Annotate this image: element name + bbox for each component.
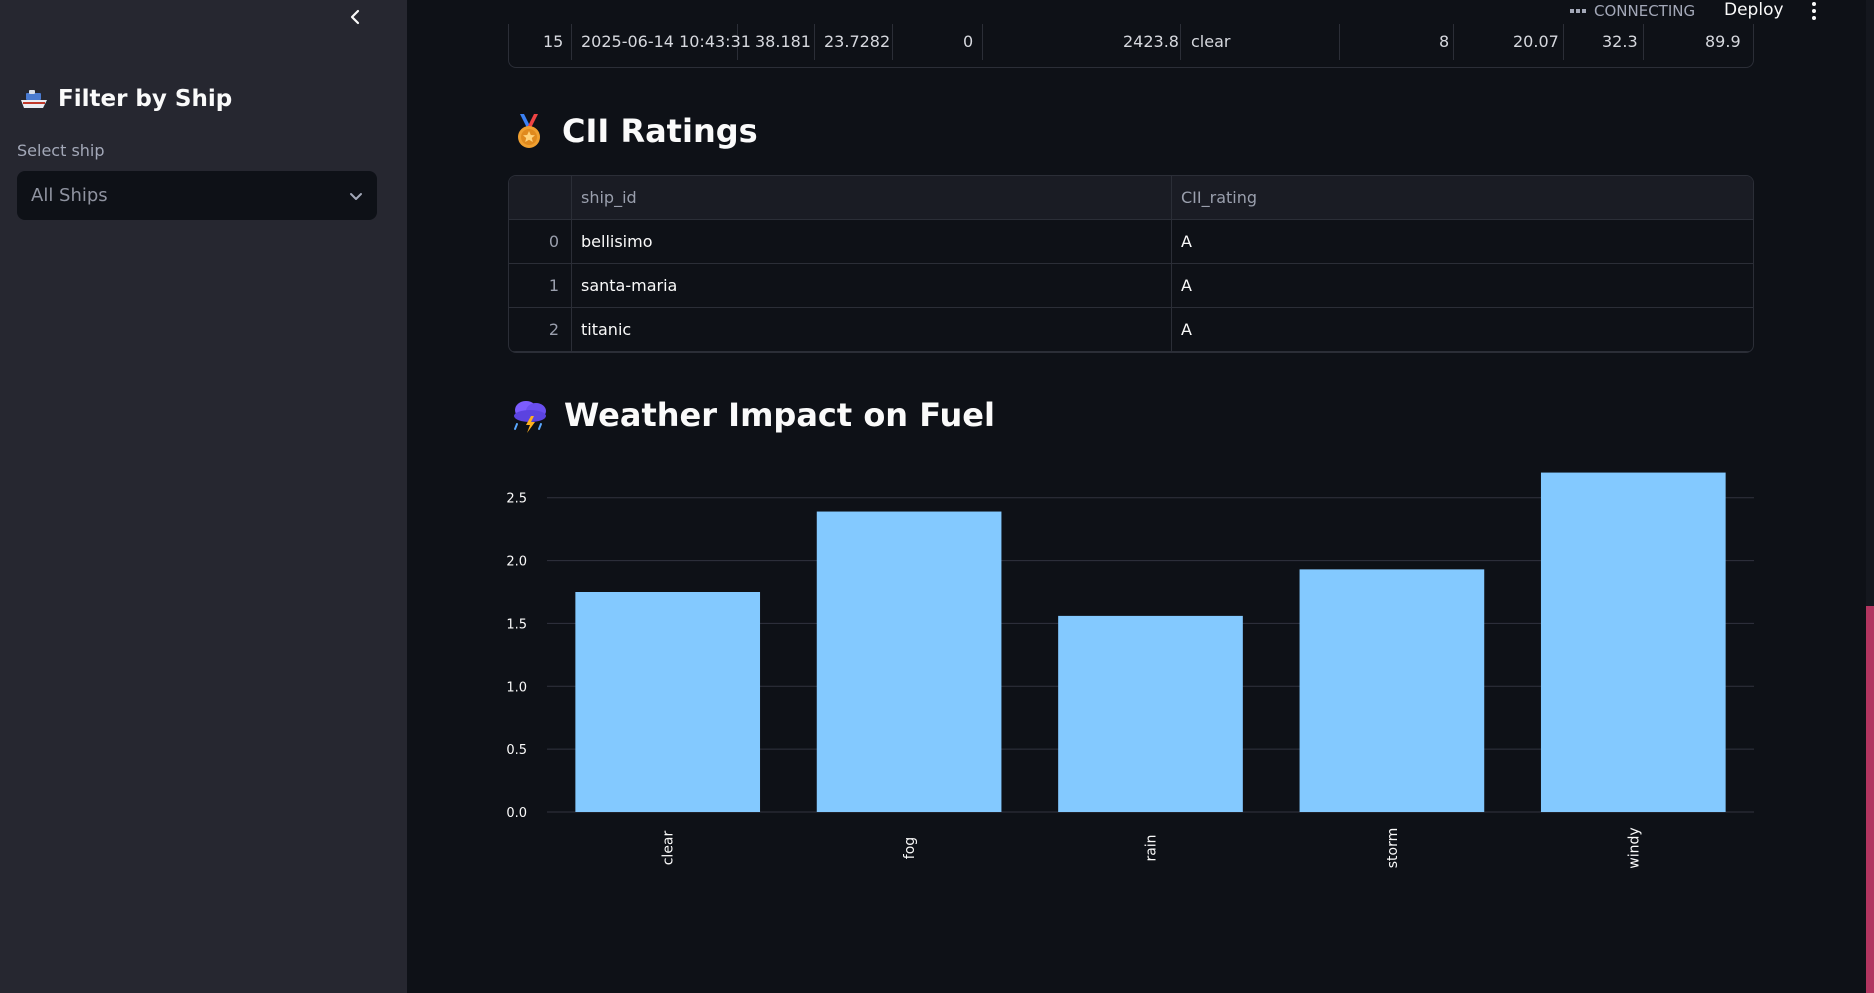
column-divider	[1171, 176, 1172, 352]
connection-status: CONNECTING	[1570, 0, 1695, 22]
collapse-sidebar-button[interactable]	[340, 2, 370, 32]
select-ship-label: Select ship	[17, 141, 105, 160]
y-tick-label: 0.0	[506, 806, 527, 821]
table-row: 2 titanic A	[509, 308, 1753, 352]
table-row: 0 bellisimo A	[509, 220, 1753, 264]
bar-clear	[575, 592, 761, 812]
cii-heading-text: CII Ratings	[562, 112, 758, 150]
cell-ship-id: santa-maria	[581, 276, 678, 295]
table-cell: 0	[963, 32, 974, 51]
x-tick-label: fog	[902, 837, 918, 859]
table-cell: 38.181	[755, 32, 811, 51]
cell-timestamp: 2025-06-14 10:43:31	[581, 32, 751, 51]
readings-table[interactable]: 15 2025-06-14 10:43:31 38.181 23.7282 0 …	[508, 24, 1754, 68]
table-row: 1 santa-maria A	[509, 264, 1753, 308]
ship-icon	[21, 90, 47, 108]
sidebar: Filter by Ship Select ship All Ships	[0, 0, 407, 993]
y-tick-label: 1.0	[506, 680, 527, 695]
connection-status-text: CONNECTING	[1594, 2, 1696, 20]
table-cell: 23.7282	[824, 32, 891, 51]
kebab-menu-icon	[1812, 2, 1816, 20]
cii-heading: CII Ratings	[510, 112, 758, 150]
table-header-row: ship_id CII_rating	[509, 176, 1753, 220]
ship-select-value: All Ships	[31, 185, 108, 206]
sidebar-title: Filter by Ship	[20, 86, 232, 112]
chevron-left-icon	[350, 9, 360, 25]
row-index: 2	[548, 320, 559, 339]
table-cell: 8	[1439, 32, 1450, 51]
bar-rain	[1058, 615, 1243, 812]
medal-icon	[518, 114, 540, 148]
table-row: 15 2025-06-14 10:43:31 38.181 23.7282 0 …	[509, 32, 1753, 52]
y-tick-label: 1.5	[506, 617, 527, 632]
column-header-cii-rating[interactable]: CII_rating	[1181, 176, 1257, 220]
x-tick-label: windy	[1626, 827, 1642, 868]
deploy-button[interactable]: Deploy	[1724, 0, 1784, 20]
ship-select[interactable]: All Ships	[17, 171, 377, 220]
weather-heading: Weather Impact on Fuel	[510, 396, 995, 434]
cell-weather: clear	[1191, 32, 1231, 51]
row-index: 0	[548, 232, 559, 251]
y-tick-label: 2.5	[506, 492, 527, 507]
weather-fuel-chart[interactable]: 0.0 0.5 1.0 1.5 2.0 2.5 clear fog rain storm windy	[500, 460, 1760, 880]
scrollbar-thumb[interactable]	[1866, 606, 1874, 993]
weather-heading-text: Weather Impact on Fuel	[564, 396, 995, 434]
x-tick-label: rain	[1144, 834, 1160, 861]
y-tick-label: 0.5	[506, 743, 527, 758]
cell-ship-id: bellisimo	[581, 232, 653, 251]
bar-fog	[816, 511, 1002, 812]
y-tick-label: 2.0	[506, 555, 527, 570]
x-tick-label: storm	[1385, 828, 1401, 869]
table-cell: 2423.8	[1123, 32, 1179, 51]
cell-ship-id: titanic	[581, 320, 632, 339]
table-cell: 32.3	[1602, 32, 1638, 51]
table-cell: 20.07	[1513, 32, 1559, 51]
column-header-ship-id[interactable]: ship_id	[581, 176, 637, 220]
column-divider	[571, 176, 572, 352]
main-menu-button[interactable]	[1806, 0, 1822, 22]
storm-cloud-icon	[514, 401, 546, 433]
cii-table[interactable]: ship_id CII_rating 0 bellisimo A 1 santa…	[508, 175, 1754, 353]
bar-storm	[1299, 569, 1485, 812]
cell-cii-rating: A	[1181, 232, 1192, 251]
cell-cii-rating: A	[1181, 276, 1192, 295]
sidebar-title-text: Filter by Ship	[58, 86, 233, 112]
row-index: 1	[548, 276, 559, 295]
x-tick-label: clear	[661, 830, 677, 865]
bar-windy	[1540, 472, 1726, 812]
connecting-dots-icon	[1570, 9, 1586, 13]
cell-cii-rating: A	[1181, 320, 1192, 339]
table-cell: 89.9	[1705, 32, 1741, 51]
chevron-down-icon	[350, 192, 362, 200]
row-index: 15	[543, 32, 564, 51]
